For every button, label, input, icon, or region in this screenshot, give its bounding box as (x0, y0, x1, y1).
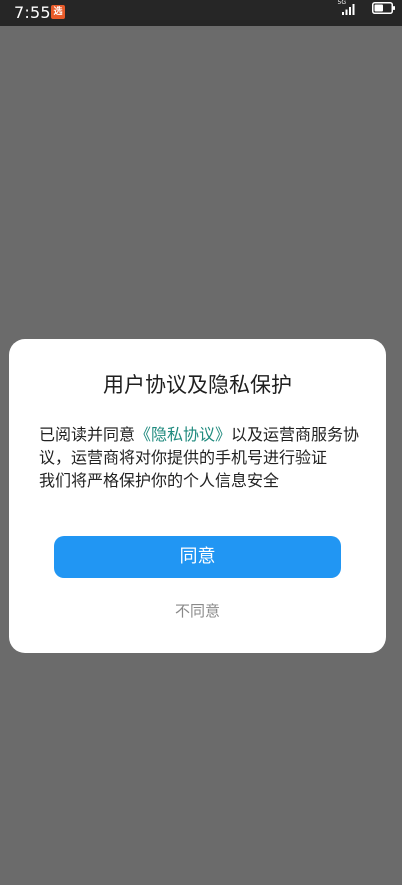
signal-icon (342, 4, 355, 15)
status-time: 7:55 (14, 3, 51, 22)
privacy-agreement-link[interactable]: 《隐私协议》 (135, 425, 231, 444)
battery-icon (372, 2, 395, 14)
body-text-line2: 我们将严格保护你的个人信息安全 (39, 471, 280, 490)
dialog-title: 用户协议及隐私保护 (103, 373, 292, 397)
dialog-body: 已阅读并同意《隐私协议》以及运营商服务协议，运营商将对你提供的手机号进行验证 我… (39, 423, 364, 492)
status-bar: 7:55 选 5G (0, 0, 402, 26)
privacy-dialog: 用户协议及隐私保护 已阅读并同意《隐私协议》以及运营商服务协议，运营商将对你提供… (9, 339, 386, 653)
disagree-button[interactable]: 不同意 (54, 597, 341, 625)
body-text-prefix: 已阅读并同意 (39, 425, 136, 444)
agree-button[interactable]: 同意 (54, 536, 341, 578)
app-notification-icon: 选 (51, 5, 65, 19)
